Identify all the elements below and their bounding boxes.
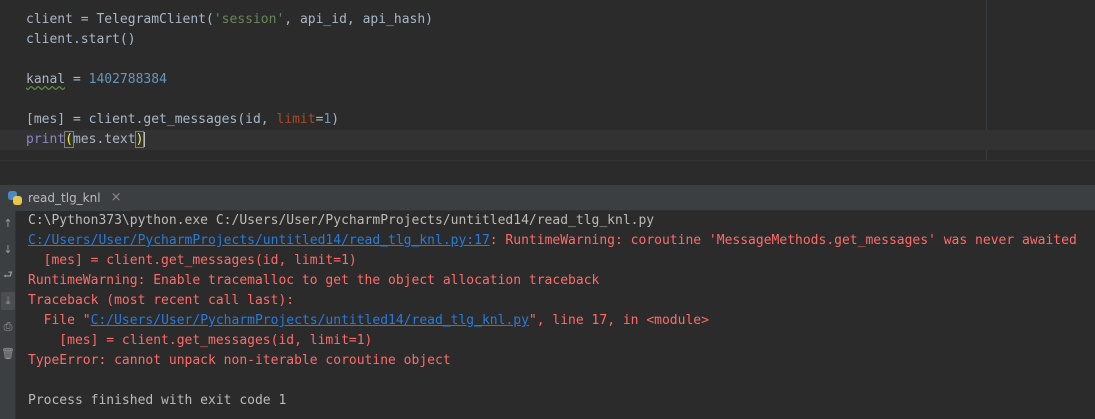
code-text: mes.text [72, 132, 136, 147]
file-prefix: File " [28, 313, 91, 328]
console-line-warning: C:/Users/User/PycharmProjects/untitled14… [28, 231, 1077, 251]
code-text: , api_id, api_hash) [284, 12, 434, 27]
file-suffix: ", line 17, in <module> [528, 313, 709, 328]
console-line-traceback: Traceback (most recent call last): [28, 293, 295, 308]
source-link[interactable]: C:/Users/User/PycharmProjects/untitled14… [91, 313, 529, 328]
run-console-panel: ↑ ↓ ⮐ ⤓ ⎙ 🗑 C:\Python373\python.exe C:/U… [0, 211, 1095, 419]
console-line-exit: Process finished with exit code 1 [28, 393, 287, 408]
panel-splitter[interactable] [0, 160, 1095, 185]
soft-wrap-icon[interactable]: ⮐ [1, 266, 15, 284]
source-link[interactable]: C:/Users/User/PycharmProjects/untitled14… [28, 233, 490, 248]
variable-kanal: kanal [26, 72, 66, 87]
console-line-type-error: TypeError: cannot unpack non-iterable co… [28, 353, 451, 368]
code-editor[interactable]: client = TelegramClient('session', api_i… [0, 0, 1095, 160]
code-line-7-current[interactable]: print(mes.text) [0, 130, 1095, 150]
console-line-traceback-code: [mes] = client.get_messages(id, limit=1) [28, 333, 373, 348]
print-icon[interactable]: ⎙ [1, 318, 15, 336]
arrow-up-icon[interactable]: ↑ [1, 214, 15, 232]
scroll-to-end-icon[interactable]: ⤓ [1, 292, 15, 310]
console-line-warning-code: [mes] = client.get_messages(id, limit=1) [28, 253, 357, 268]
close-icon[interactable]: × [111, 190, 122, 205]
number-literal: 1402788384 [88, 72, 167, 87]
code-line-6[interactable]: [mes] = client.get_messages(id, limit=1) [0, 110, 1095, 130]
trash-icon[interactable]: 🗑 [1, 344, 15, 362]
code-line-4[interactable]: kanal = 1402788384 [0, 70, 1095, 90]
python-icon [8, 190, 22, 205]
console-line-command: C:\Python373\python.exe C:/Users/User/Py… [28, 213, 655, 228]
builtin-print: print [26, 132, 66, 147]
console-toolbar: ↑ ↓ ⮐ ⤓ ⎙ 🗑 [0, 211, 16, 419]
console-output[interactable]: C:\Python373\python.exe C:/Users/User/Py… [16, 211, 1095, 419]
console-line-tracemalloc: RuntimeWarning: Enable tracemalloc to ge… [28, 273, 600, 288]
matched-paren-close: ) [134, 131, 145, 148]
code-text: [mes] = client.get_messages(id, [26, 112, 277, 127]
keyword-argument: limit [276, 112, 316, 127]
string-literal: 'session' [213, 12, 285, 27]
console-line-file: File "C:/Users/User/PycharmProjects/unti… [28, 311, 709, 331]
code-text: ) [331, 112, 340, 127]
code-line-2[interactable]: client.start() [0, 30, 1095, 50]
run-tab[interactable]: read_tlg_knl × [0, 184, 132, 211]
code-text: = [65, 72, 89, 87]
run-tab-label: read_tlg_knl [28, 190, 101, 205]
matched-paren-open: ( [64, 131, 74, 148]
run-tool-window-header: read_tlg_knl × [0, 184, 1095, 211]
warning-text: : RuntimeWarning: coroutine 'MessageMeth… [489, 233, 1077, 248]
text-caret [144, 132, 146, 147]
arrow-down-icon[interactable]: ↓ [1, 240, 15, 258]
code-line-1[interactable]: client = TelegramClient('session', api_i… [0, 10, 1095, 30]
code-text: client.start() [26, 32, 136, 47]
code-text: client = TelegramClient( [26, 12, 214, 27]
